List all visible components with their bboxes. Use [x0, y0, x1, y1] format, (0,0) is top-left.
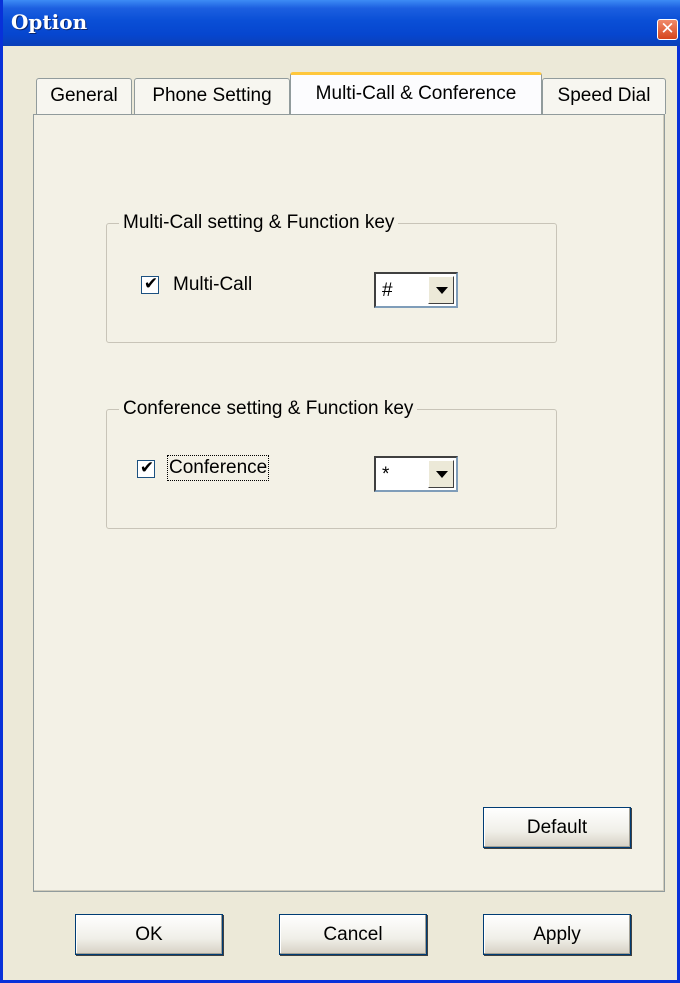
button-label: Default — [526, 817, 588, 838]
checkmark-icon: ✔ — [139, 458, 155, 477]
tab-phone-setting[interactable]: Phone Setting — [134, 78, 290, 114]
cancel-button[interactable]: Cancel — [279, 914, 427, 955]
default-button[interactable]: Default — [483, 807, 631, 848]
tab-label: Multi-Call & Conference — [315, 83, 517, 104]
chevron-down-icon[interactable] — [428, 276, 454, 304]
tab-speed-dial[interactable]: Speed Dial — [542, 78, 666, 114]
tab-label: General — [50, 85, 118, 106]
conference-checkbox[interactable]: ✔ — [137, 458, 155, 478]
tab-multi-call-conference[interactable]: Multi-Call & Conference — [290, 72, 542, 114]
conference-label[interactable]: Conference — [166, 455, 270, 481]
button-label: Cancel — [323, 924, 383, 945]
multi-call-key-select[interactable]: # — [374, 272, 458, 308]
button-label: OK — [135, 924, 163, 945]
tab-panel-multi-call-conference: Multi-Call setting & Function key ✔ Mult… — [33, 114, 665, 892]
groupbox-legend: Conference setting & Function key — [119, 398, 418, 420]
close-button[interactable]: ✕ — [657, 19, 678, 40]
conference-key-select[interactable]: * — [374, 456, 458, 492]
tab-general[interactable]: General — [36, 78, 132, 114]
tab-label: Speed Dial — [557, 85, 651, 106]
window-title: Option — [11, 10, 88, 34]
selected-key-value: * — [382, 464, 390, 485]
option-dialog: Option ✕ General Phone Setting Multi-Cal… — [0, 0, 680, 983]
multi-call-groupbox: Multi-Call setting & Function key ✔ Mult… — [106, 212, 557, 343]
selected-key-value: # — [382, 280, 393, 301]
button-label: Apply — [533, 924, 581, 945]
close-icon: ✕ — [660, 19, 675, 38]
apply-button[interactable]: Apply — [483, 914, 631, 955]
title-bar[interactable]: Option ✕ — [3, 0, 680, 46]
conference-groupbox: Conference setting & Function key ✔ Conf… — [106, 398, 557, 529]
chevron-down-icon[interactable] — [428, 460, 454, 488]
ok-button[interactable]: OK — [75, 914, 223, 955]
multi-call-label[interactable]: Multi-Call — [173, 274, 252, 296]
tab-label: Phone Setting — [152, 85, 272, 106]
multi-call-checkbox[interactable]: ✔ — [141, 274, 159, 294]
groupbox-legend: Multi-Call setting & Function key — [119, 212, 399, 234]
checkmark-icon: ✔ — [143, 274, 159, 293]
